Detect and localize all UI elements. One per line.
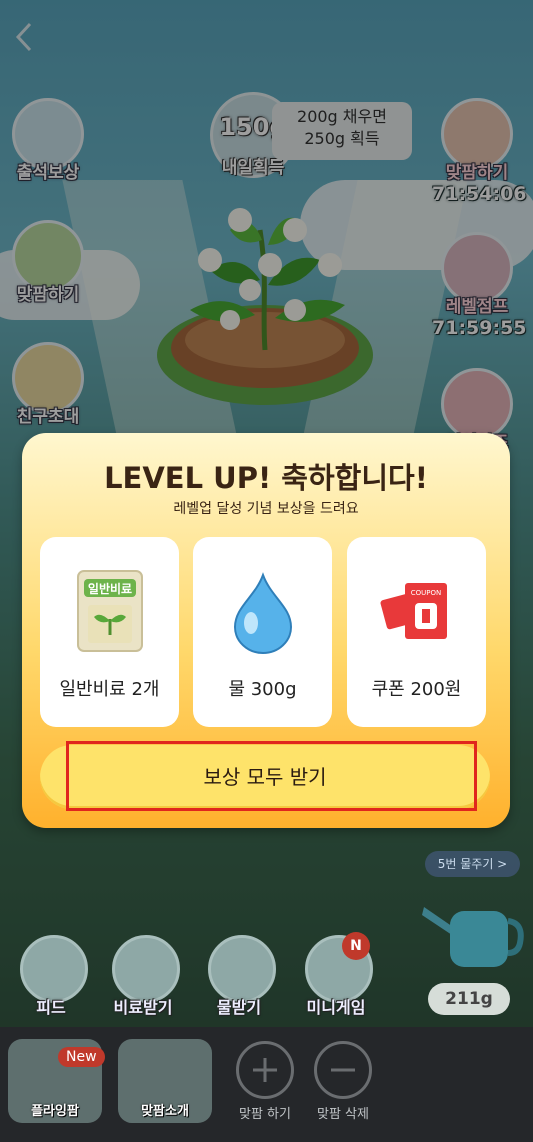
reward-card-fertilizer: 일반비료 일반비료 2개 bbox=[40, 537, 179, 727]
water-receive-label: 물받기 bbox=[216, 998, 262, 1017]
fertilizer-receive-label: 비료받기 bbox=[113, 998, 173, 1017]
water-count: 211g bbox=[428, 983, 510, 1015]
modal-title: LEVEL UP! 축하합니다! bbox=[104, 461, 428, 495]
feed-icon[interactable] bbox=[20, 935, 88, 1003]
bag-text: 일반비료 bbox=[88, 581, 132, 596]
minus-icon bbox=[331, 1068, 355, 1072]
matpam-intro-tab[interactable]: 맞팜소개 bbox=[118, 1039, 212, 1123]
reward-card-water: 물 300g bbox=[193, 537, 332, 727]
reward-label-coupon: 쿠폰 200원 bbox=[371, 679, 462, 700]
modal-subtitle: 레벨업 달성 기념 보상을 드려요 bbox=[173, 501, 359, 517]
delete-matpam-button[interactable] bbox=[314, 1041, 372, 1099]
reward-card-coupon: COUPON 쿠폰 200원 bbox=[347, 537, 486, 727]
matpam-intro-label: 맞팜소개 bbox=[141, 1104, 189, 1119]
delete-matpam-label: 맞팜 삭제 bbox=[317, 1107, 369, 1122]
reward-label-fertilizer: 일반비료 2개 bbox=[59, 679, 160, 700]
coupon-icon: COUPON bbox=[380, 583, 447, 639]
new-label-badge: New bbox=[58, 1047, 105, 1067]
reward-label-water: 물 300g bbox=[228, 679, 297, 700]
add-matpam-button[interactable] bbox=[236, 1041, 294, 1099]
flying-farm-label: 플라잉팜 bbox=[31, 1104, 79, 1119]
fertilizer-bag-icon: 일반비료 bbox=[77, 570, 143, 652]
flying-farm-tab[interactable]: New 플라잉팜 bbox=[8, 1039, 105, 1123]
water-times-pill[interactable]: 5번 물주기 > bbox=[425, 851, 520, 877]
coupon-text: COUPON bbox=[411, 589, 442, 597]
watering-can-icon[interactable] bbox=[420, 893, 524, 973]
bottom-tab-bar: New 플라잉팜 맞팜소개 맞팜 하기 맞팜 삭제 bbox=[0, 1027, 533, 1142]
plus-icon bbox=[253, 1058, 277, 1082]
claim-highlight-box bbox=[66, 741, 477, 811]
minigame-label: 미니게임 bbox=[306, 998, 366, 1017]
fertilizer-receive-icon[interactable] bbox=[112, 935, 180, 1003]
new-badge: N bbox=[342, 932, 370, 960]
feed-label: 피드 bbox=[36, 998, 66, 1017]
water-drop-icon bbox=[233, 572, 293, 654]
add-matpam-label: 맞팜 하기 bbox=[239, 1107, 291, 1122]
water-receive-icon[interactable] bbox=[208, 935, 276, 1003]
